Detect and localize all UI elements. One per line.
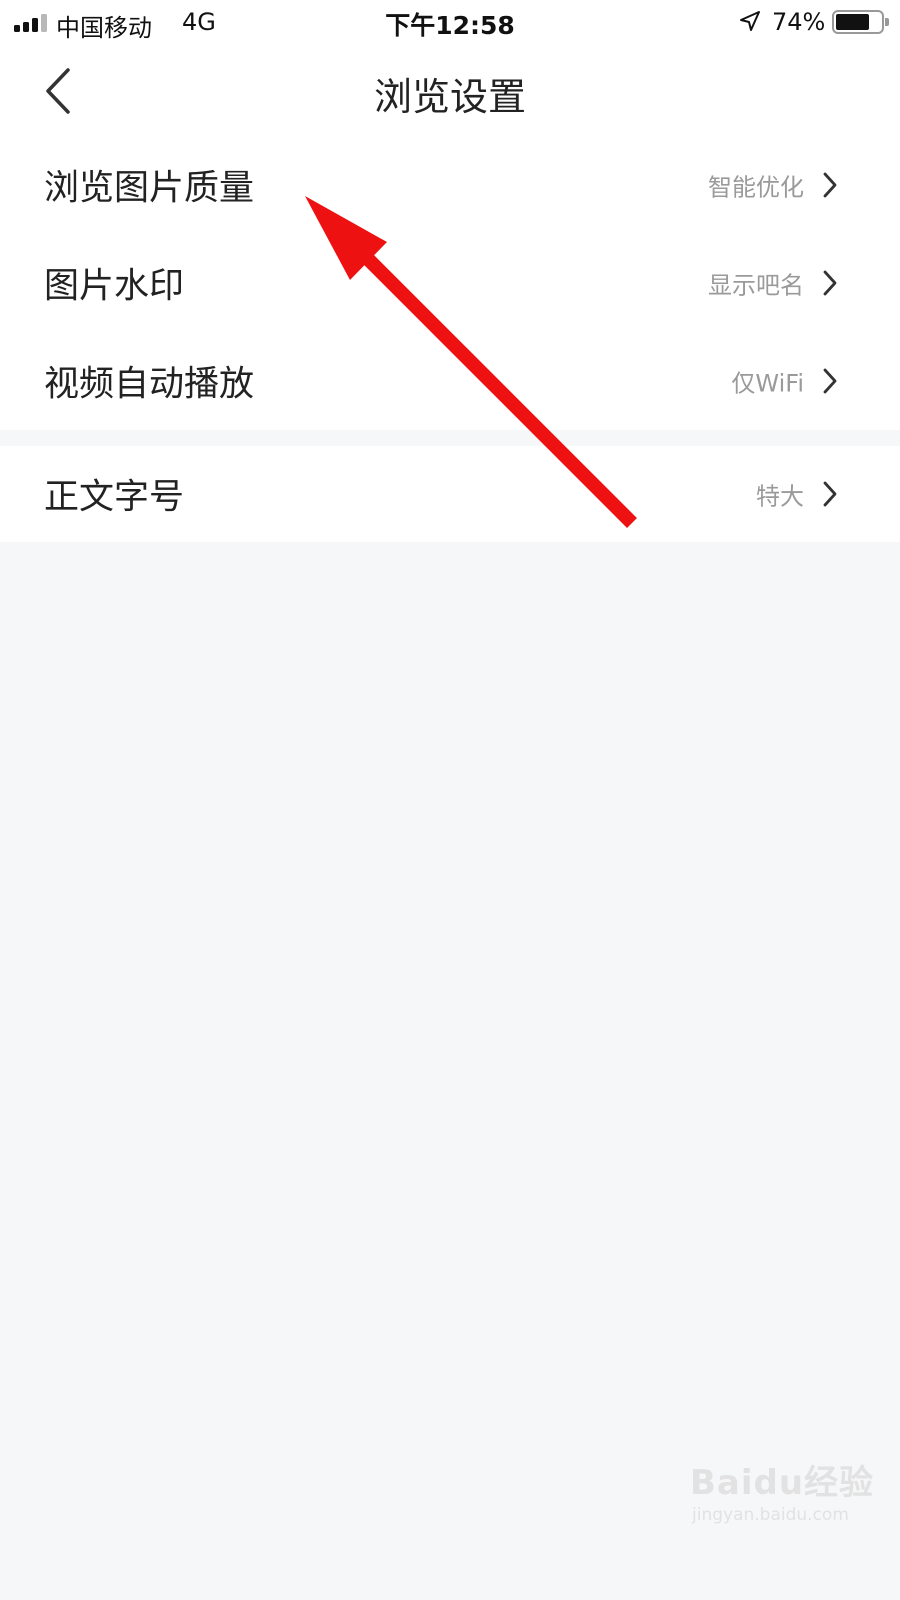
nav-bar: 浏览设置	[0, 44, 900, 136]
row-label: 浏览图片质量	[44, 168, 255, 209]
page-title: 浏览设置	[373, 75, 526, 119]
row-value: 智能优化	[708, 173, 804, 202]
watermark-brand: Baidu经验	[690, 1463, 875, 1503]
chevron-right-icon	[823, 172, 837, 198]
settings-row-video-autoplay[interactable]: 视频自动播放 仅WiFi	[0, 332, 900, 430]
chevron-right-icon	[823, 368, 837, 394]
screen: 中国移动 4G 下午12:58 74% 浏览设置 浏览图片质量 智能优化 图片水…	[0, 0, 900, 1600]
settings-row-font-size[interactable]: 正文字号 特大	[0, 446, 900, 542]
battery-icon	[832, 10, 889, 34]
row-value: 显示吧名	[708, 271, 804, 300]
settings-group-text: 正文字号 特大	[0, 446, 900, 542]
settings-group-browsing: 浏览图片质量 智能优化 图片水印 显示吧名 视频自动播放 仅WiFi	[0, 136, 900, 430]
chevron-right-icon	[823, 270, 837, 296]
row-value: 仅WiFi	[731, 369, 804, 398]
row-label: 图片水印	[44, 266, 185, 307]
location-arrow-icon	[740, 11, 760, 31]
row-value: 特大	[756, 482, 804, 511]
status-time: 下午12:58	[385, 11, 515, 40]
watermark-url: jingyan.baidu.com	[692, 1505, 849, 1525]
row-label: 正文字号	[44, 477, 185, 518]
chevron-right-icon	[823, 481, 837, 507]
settings-row-image-watermark[interactable]: 图片水印 显示吧名	[0, 234, 900, 332]
baidu-watermark: Baidu经验 jingyan.baidu.com	[690, 1455, 890, 1585]
settings-row-image-quality[interactable]: 浏览图片质量 智能优化	[0, 136, 900, 234]
status-bar: 中国移动 4G 下午12:58 74%	[0, 0, 900, 44]
row-label: 视频自动播放	[44, 364, 255, 405]
battery-percent: 74%	[772, 8, 826, 36]
